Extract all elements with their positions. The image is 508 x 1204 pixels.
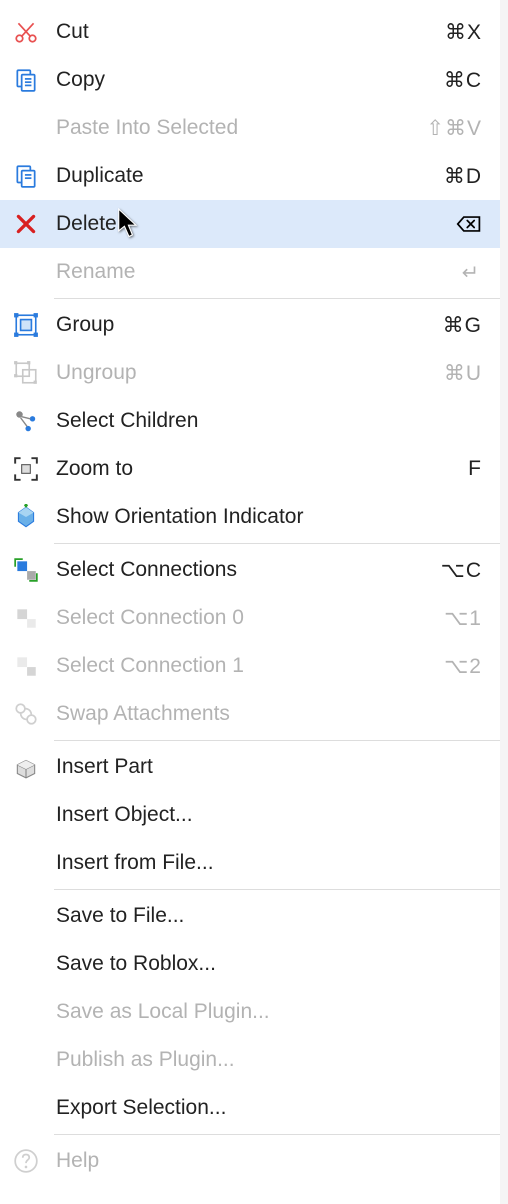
shortcut: ⌥1 — [444, 606, 482, 631]
copy-icon — [12, 66, 40, 94]
label: Save as Local Plugin... — [56, 1000, 482, 1024]
label: Insert from File... — [56, 851, 482, 875]
label: Select Connection 1 — [56, 654, 444, 678]
menu-item-show-orientation[interactable]: Show Orientation Indicator — [0, 493, 500, 541]
label: Insert Part — [56, 755, 482, 779]
menu-item-insert-object[interactable]: Insert Object... — [0, 791, 500, 839]
menu-item-zoom-to[interactable]: Zoom to F — [0, 445, 500, 493]
menu-item-rename: Rename — [0, 248, 500, 296]
shortcut: ⌥2 — [444, 654, 482, 679]
return-icon — [456, 261, 482, 283]
menu-item-insert-from-file[interactable]: Insert from File... — [0, 839, 500, 887]
label: Group — [56, 313, 443, 337]
menu-item-select-children[interactable]: Select Children — [0, 397, 500, 445]
backspace-icon — [456, 213, 482, 235]
empty-icon — [12, 998, 40, 1026]
menu-item-help: Help — [0, 1137, 500, 1185]
menu-item-duplicate[interactable]: Duplicate ⌘D — [0, 152, 500, 200]
menu-item-group[interactable]: Group ⌘G — [0, 301, 500, 349]
group-icon — [12, 311, 40, 339]
label: Export Selection... — [56, 1096, 482, 1120]
shortcut: ⌘G — [443, 313, 482, 338]
shortcut: ⌘X — [445, 20, 482, 45]
shortcut: ⌘U — [444, 361, 482, 386]
label: Save to Roblox... — [56, 952, 482, 976]
context-menu: Cut ⌘X Copy ⌘C Paste Into Selected ⇧⌘V D… — [0, 0, 500, 1185]
label: Zoom to — [56, 457, 468, 481]
menu-item-insert-part[interactable]: Insert Part — [0, 743, 500, 791]
shortcut: ⌘D — [444, 164, 482, 189]
menu-item-delete[interactable]: Delete — [0, 200, 500, 248]
label: Help — [56, 1149, 482, 1173]
label: Duplicate — [56, 164, 444, 188]
menu-item-select-connection-1: Select Connection 1 ⌥2 — [0, 642, 500, 690]
delete-icon — [12, 210, 40, 238]
menu-item-cut[interactable]: Cut ⌘X — [0, 8, 500, 56]
shortcut: ⌘C — [444, 68, 482, 93]
label: Select Connections — [56, 558, 441, 582]
empty-icon — [12, 114, 40, 142]
menu-item-swap-attachments: Swap Attachments — [0, 690, 500, 738]
separator — [54, 889, 500, 890]
label: Ungroup — [56, 361, 444, 385]
menu-item-save-local-plugin: Save as Local Plugin... — [0, 988, 500, 1036]
cut-icon — [12, 18, 40, 46]
swap-attachments-icon — [12, 700, 40, 728]
shortcut: ⇧⌘V — [426, 116, 482, 141]
empty-icon — [12, 849, 40, 877]
label: Select Children — [56, 409, 482, 433]
shortcut: ⌥C — [441, 558, 482, 583]
empty-icon — [12, 950, 40, 978]
menu-item-select-connections[interactable]: Select Connections ⌥C — [0, 546, 500, 594]
menu-item-publish-plugin: Publish as Plugin... — [0, 1036, 500, 1084]
select-connections-icon — [12, 556, 40, 584]
label: Show Orientation Indicator — [56, 505, 482, 529]
shortcut: F — [468, 457, 482, 481]
separator — [54, 543, 500, 544]
orientation-icon — [12, 503, 40, 531]
empty-icon — [12, 801, 40, 829]
insert-part-icon — [12, 753, 40, 781]
label: Copy — [56, 68, 444, 92]
menu-item-export-selection[interactable]: Export Selection... — [0, 1084, 500, 1132]
empty-icon — [12, 258, 40, 286]
empty-icon — [12, 1046, 40, 1074]
zoom-to-icon — [12, 455, 40, 483]
scrollbar-gutter — [500, 0, 508, 1204]
menu-item-save-to-file[interactable]: Save to File... — [0, 892, 500, 940]
label: Select Connection 0 — [56, 606, 444, 630]
menu-item-paste-into-selected: Paste Into Selected ⇧⌘V — [0, 104, 500, 152]
menu-item-copy[interactable]: Copy ⌘C — [0, 56, 500, 104]
label: Save to File... — [56, 904, 482, 928]
help-icon — [12, 1147, 40, 1175]
empty-icon — [12, 902, 40, 930]
duplicate-icon — [12, 162, 40, 190]
label: Swap Attachments — [56, 702, 482, 726]
select-children-icon — [12, 407, 40, 435]
menu-item-ungroup: Ungroup ⌘U — [0, 349, 500, 397]
label: Delete — [56, 212, 456, 236]
select-connection-0-icon — [12, 604, 40, 632]
separator — [54, 1134, 500, 1135]
select-connection-1-icon — [12, 652, 40, 680]
label: Cut — [56, 20, 445, 44]
label: Insert Object... — [56, 803, 482, 827]
label: Paste Into Selected — [56, 116, 426, 140]
ungroup-icon — [12, 359, 40, 387]
separator — [54, 740, 500, 741]
label: Rename — [56, 260, 456, 284]
menu-item-select-connection-0: Select Connection 0 ⌥1 — [0, 594, 500, 642]
label: Publish as Plugin... — [56, 1048, 482, 1072]
empty-icon — [12, 1094, 40, 1122]
separator — [54, 298, 500, 299]
menu-item-save-to-roblox[interactable]: Save to Roblox... — [0, 940, 500, 988]
